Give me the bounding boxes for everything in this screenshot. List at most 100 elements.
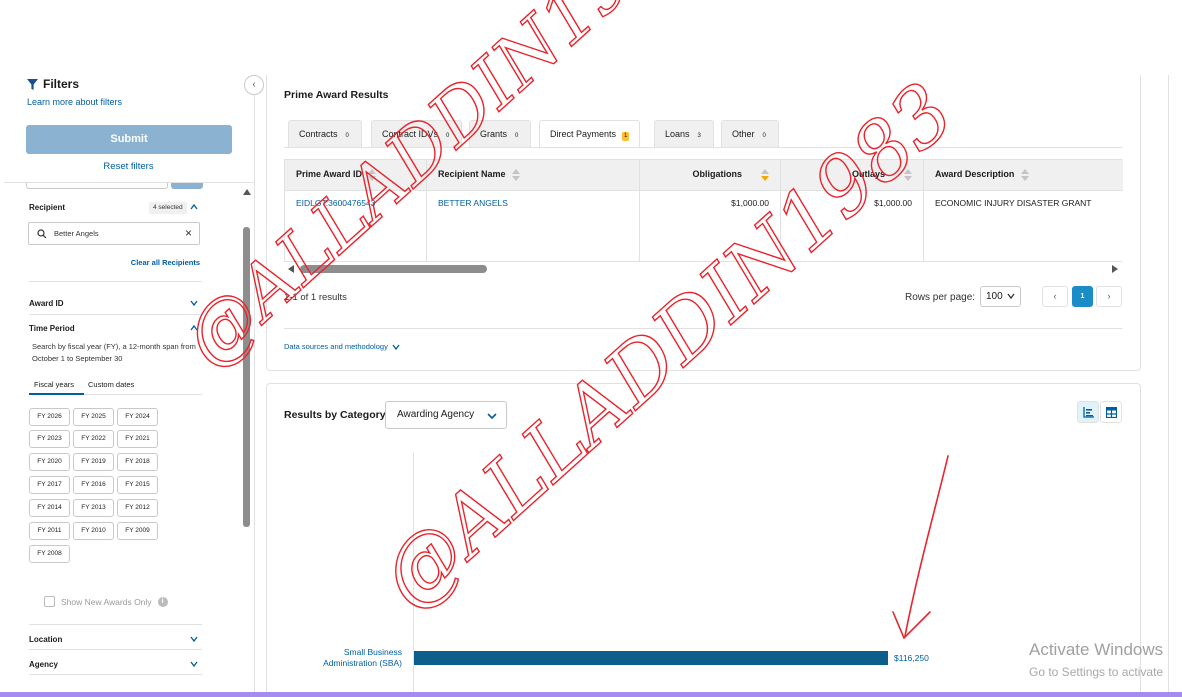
outlays-cell: $1,000.00 [781, 191, 924, 262]
rows-per-page-select[interactable]: 100 [980, 286, 1021, 307]
chart-bar[interactable] [414, 651, 888, 665]
fy-button[interactable]: FY 2012 [117, 499, 158, 517]
tab-loans[interactable]: Loans 3 [654, 120, 714, 148]
info-icon[interactable]: i [157, 596, 168, 607]
search-icon [37, 229, 47, 239]
reset-filters-link[interactable]: Reset filters [0, 161, 257, 172]
divider [29, 314, 202, 315]
fy-button[interactable]: FY 2021 [117, 430, 158, 448]
chevron-down-icon[interactable] [190, 660, 198, 668]
tab-count: 1 [622, 132, 630, 141]
time-period-section-title[interactable]: Time Period [29, 324, 75, 333]
agency-section-title[interactable]: Agency [29, 660, 58, 669]
sort-desc-icon[interactable] [760, 168, 770, 182]
location-section-title[interactable]: Location [29, 635, 62, 644]
table-header-row: Prime Award ID Recipient Name Obligation… [285, 160, 1123, 191]
column-header[interactable]: Obligations [640, 160, 781, 191]
recipient-link[interactable]: BETTER ANGELS [438, 198, 508, 208]
tab-contract-idvs[interactable]: Contract IDVs 0 [371, 120, 463, 148]
prev-page-button[interactable]: ‹ [1042, 286, 1068, 307]
fy-button[interactable]: FY 2026 [29, 408, 70, 426]
data-sources-link[interactable]: Data sources and methodology [284, 342, 400, 351]
divider [29, 624, 202, 625]
award-id-cell: EIDLGT:3600476543 [285, 191, 427, 262]
sort-icon[interactable] [1020, 168, 1030, 182]
chevron-right-icon: › [1107, 291, 1111, 301]
tab-direct-payments[interactable]: Direct Payments 1 [539, 120, 641, 148]
column-header[interactable]: Award Description [924, 160, 1123, 191]
fy-button[interactable]: FY 2022 [73, 430, 114, 448]
chevron-up-icon[interactable] [190, 203, 198, 211]
column-header-label: Award Description [935, 169, 1015, 179]
fy-button[interactable]: FY 2009 [117, 522, 158, 540]
learn-more-link[interactable]: Learn more about filters [27, 97, 122, 107]
fy-button[interactable]: FY 2023 [29, 430, 70, 448]
close-icon[interactable]: × [185, 226, 192, 240]
fy-button[interactable]: FY 2024 [117, 408, 158, 426]
table-view-button[interactable] [1100, 401, 1122, 423]
fy-button[interactable]: FY 2013 [73, 499, 114, 517]
fy-button[interactable]: FY 2025 [73, 408, 114, 426]
scrollbar-thumb[interactable] [243, 227, 250, 527]
bar-chart-view-button[interactable] [1077, 401, 1099, 423]
award-id-section-title[interactable]: Award ID [29, 299, 64, 308]
award-id-link[interactable]: EIDLGT:3600476543 [296, 198, 375, 208]
column-header[interactable]: Outlays [781, 160, 924, 191]
checkbox[interactable] [44, 596, 55, 607]
fy-button[interactable]: FY 2020 [29, 453, 70, 471]
fy-button[interactable]: FY 2016 [73, 476, 114, 494]
filter-sidebar: Filters Learn more about filters ‹ Submi… [0, 75, 264, 695]
chevron-down-icon[interactable] [190, 299, 198, 307]
bar-category-label[interactable]: Small Business Administration (SBA) [290, 647, 402, 669]
fy-button[interactable]: FY 2010 [73, 522, 114, 540]
bar-value-label: $116,250 [894, 653, 929, 663]
partial-button[interactable] [171, 183, 203, 189]
chevron-down-icon[interactable] [190, 635, 198, 643]
chevron-down-icon [1007, 293, 1015, 300]
fy-button[interactable]: FY 2017 [29, 476, 70, 494]
funnel-icon [27, 78, 38, 90]
rows-per-page-value: 100 [986, 291, 1003, 302]
fy-button[interactable]: FY 2019 [73, 453, 114, 471]
tab-fiscal-years[interactable]: Fiscal years [29, 379, 84, 395]
tab-grants[interactable]: Grants 0 [469, 120, 532, 148]
fy-button[interactable]: FY 2008 [29, 545, 70, 563]
results-title: Prime Award Results [284, 89, 389, 101]
tab-label: Direct Payments [550, 129, 617, 139]
sort-icon[interactable] [903, 168, 913, 182]
scrollbar-thumb[interactable] [300, 265, 487, 273]
show-new-awards-toggle[interactable]: Show New Awards Only i [44, 596, 168, 607]
sort-icon[interactable] [511, 168, 521, 182]
divider [1168, 75, 1169, 692]
table-horizontal-scrollbar[interactable] [284, 263, 1122, 275]
fy-button[interactable]: FY 2014 [29, 499, 70, 517]
collapse-sidebar-button[interactable]: ‹ [244, 75, 264, 95]
next-page-button[interactable]: › [1096, 286, 1122, 307]
sidebar-scrollbar[interactable] [240, 183, 252, 695]
fy-button[interactable]: FY 2015 [117, 476, 158, 494]
recipient-section-title[interactable]: Recipient [29, 203, 65, 212]
column-header[interactable]: Recipient Name [427, 160, 640, 191]
filters-title: Filters [43, 77, 80, 91]
clear-all-recipients-link[interactable]: Clear all Recipients [4, 258, 200, 267]
scroll-left-arrow-icon[interactable] [288, 265, 294, 273]
fy-button[interactable]: FY 2011 [29, 522, 70, 540]
sort-icon[interactable] [367, 168, 377, 182]
recipient-search-input[interactable]: Better Angels × [28, 222, 200, 245]
tab-custom-dates[interactable]: Custom dates [88, 379, 134, 395]
tab-label: Loans [665, 129, 690, 139]
column-header[interactable]: Prime Award ID [285, 160, 427, 191]
partial-input[interactable] [26, 183, 168, 189]
tab-contracts[interactable]: Contracts 0 [288, 120, 362, 148]
scroll-up-arrow-icon[interactable] [243, 189, 251, 195]
submit-button[interactable]: Submit [26, 125, 232, 154]
category-select[interactable]: Awarding Agency [385, 401, 507, 429]
scroll-right-arrow-icon[interactable] [1112, 265, 1118, 273]
chevron-up-icon[interactable] [190, 324, 198, 332]
tab-count: 3 [697, 133, 701, 139]
page-number-button[interactable]: 1 [1072, 286, 1093, 307]
fy-button[interactable]: FY 2018 [117, 453, 158, 471]
chevron-down-icon [392, 344, 400, 350]
tab-other[interactable]: Other 0 [721, 120, 779, 148]
description-cell: ECONOMIC INJURY DISASTER GRANT [935, 198, 1092, 208]
